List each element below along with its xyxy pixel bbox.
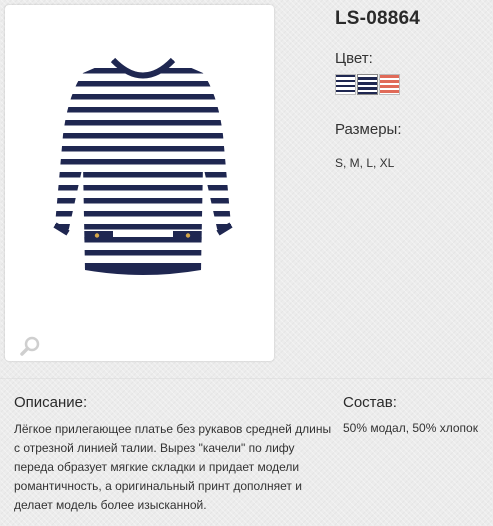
swatch-navy-white-stripe[interactable] [335, 74, 356, 95]
description-title: Описание: [14, 394, 88, 411]
description-text: Лёгкое прилегающее платье без рукавов ср… [14, 422, 332, 512]
product-image-card[interactable] [5, 5, 274, 361]
composition-text: 50% модал, 50% хлопок [343, 421, 478, 435]
color-label: Цвет: [335, 50, 373, 67]
sizes-value: S, M, L, XL [335, 156, 395, 170]
magnifier-icon[interactable] [19, 335, 41, 357]
composition-title: Состав: [343, 394, 397, 411]
swatch-coral-white-stripe[interactable] [379, 74, 400, 95]
sizes-label: Размеры: [335, 121, 402, 138]
product-image[interactable] [53, 55, 233, 280]
product-sku: LS-08864 [335, 8, 421, 29]
swatch-white-navy-stripe[interactable] [357, 74, 378, 95]
color-swatches [335, 74, 400, 95]
section-divider [0, 378, 493, 379]
